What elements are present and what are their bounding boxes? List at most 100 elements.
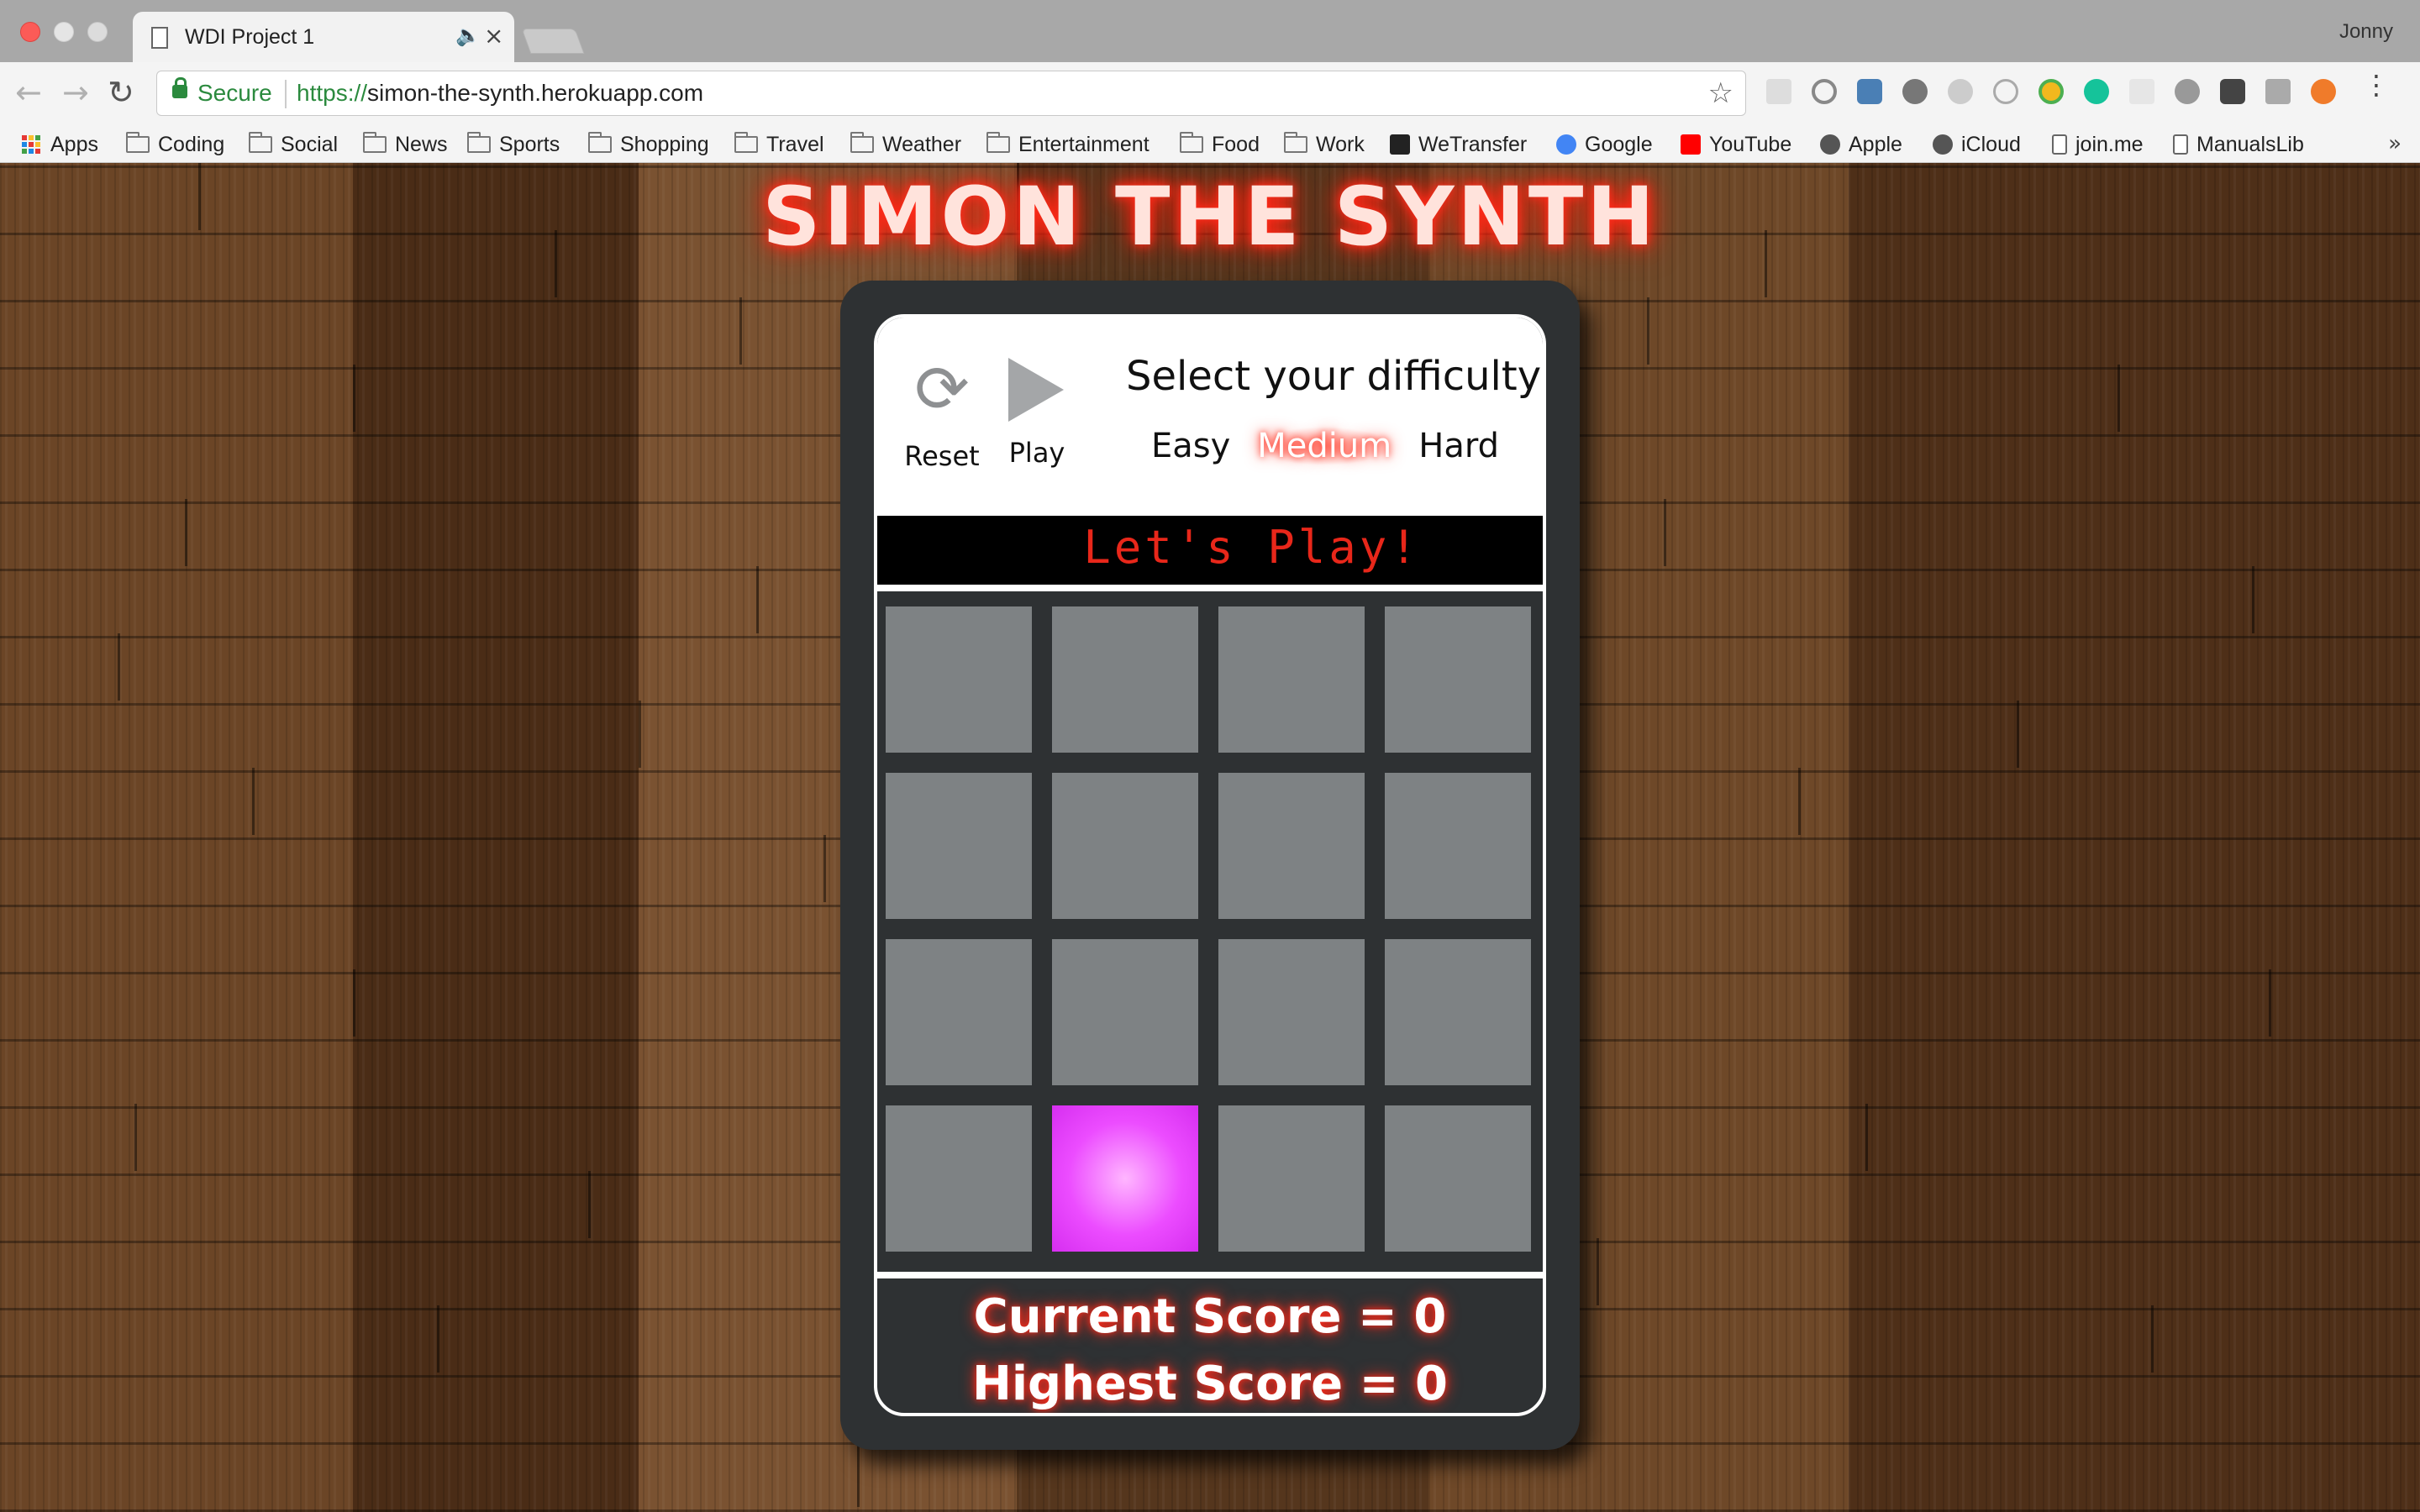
bookmark-weather[interactable]: Weather: [850, 131, 961, 158]
score-panel: Current Score = 0 Highest Score = 0: [877, 1278, 1543, 1413]
grammarly-icon[interactable]: [2084, 79, 2109, 104]
synth-pad-r4-c3[interactable]: [1218, 1105, 1365, 1252]
reset-label: Reset: [904, 440, 980, 472]
synth-pad-r2-c3[interactable]: [1218, 773, 1365, 919]
url-scheme: https://: [297, 80, 368, 106]
bookmark-travel[interactable]: Travel: [734, 131, 824, 158]
page-icon: [2052, 134, 2067, 155]
synth-pad-r3-c4[interactable]: [1385, 939, 1531, 1085]
bookmark-google[interactable]: Google: [1556, 131, 1653, 158]
floor-plank-seam: [2017, 701, 2019, 768]
synth-pad-r2-c1[interactable]: [886, 773, 1032, 919]
floor-plank-seam: [1798, 768, 1801, 835]
extension-icon[interactable]: [1993, 79, 2018, 104]
synth-pad-r2-c4[interactable]: [1385, 773, 1531, 919]
reload-icon[interactable]: ↻: [108, 74, 134, 111]
synth-pad-r1-c3[interactable]: [1218, 606, 1365, 753]
bookmark-label: Weather: [882, 132, 962, 156]
extension-icon[interactable]: [1857, 79, 1882, 104]
synth-pad-r3-c2[interactable]: [1052, 939, 1198, 1085]
folder-icon: [126, 132, 150, 153]
synth-pad-r1-c4[interactable]: [1385, 606, 1531, 753]
play-button[interactable]: Play: [1003, 354, 1071, 469]
bookmark-icloud[interactable]: iCloud: [1933, 131, 2021, 158]
google-icon: [1556, 134, 1576, 155]
more-bookmarks-icon[interactable]: »: [2388, 131, 2402, 156]
floor-plank-seam: [2252, 566, 2254, 633]
floor-plank-seam: [1647, 297, 1649, 365]
extension-icon[interactable]: [1948, 79, 1973, 104]
bookmark-sports[interactable]: Sports: [467, 131, 560, 158]
synth-pad-r1-c2[interactable]: [1052, 606, 1198, 753]
bookmark-entertainment[interactable]: Entertainment: [986, 131, 1150, 158]
bookmark-label: Entertainment: [1018, 132, 1150, 156]
bookmark-wetransfer[interactable]: WeTransfer: [1390, 131, 1527, 158]
synth-pad-r4-c1[interactable]: [886, 1105, 1032, 1252]
bookmark-food[interactable]: Food: [1180, 131, 1260, 158]
extension-icon[interactable]: [1766, 79, 1791, 104]
back-arrow-icon[interactable]: ←: [15, 74, 42, 111]
floor-plank-seam: [739, 297, 742, 365]
floor-plank-seam: [1664, 499, 1666, 566]
bookmark-label: Shopping: [620, 132, 709, 156]
chrome-extension-icon[interactable]: [2039, 79, 2064, 104]
close-window-button[interactable]: [20, 22, 40, 42]
bookmark-apple[interactable]: Apple: [1820, 131, 1902, 158]
difficulty-options: Easy Medium Hard: [1151, 427, 1499, 465]
synth-pad-r4-c4[interactable]: [1385, 1105, 1531, 1252]
new-tab-button[interactable]: [521, 29, 585, 54]
drive-icon[interactable]: [2265, 79, 2291, 104]
bookmark-shopping[interactable]: Shopping: [588, 131, 709, 158]
extension-icon[interactable]: [2129, 79, 2154, 104]
bookmark-star-icon[interactable]: ☆: [1708, 76, 1733, 110]
synth-screen: ⟳ Reset Play Select your difficulty Easy…: [874, 314, 1546, 1416]
folder-icon: [850, 132, 874, 153]
bookmark-youtube[interactable]: YouTube: [1681, 131, 1791, 158]
synth-pad-r3-c3[interactable]: [1218, 939, 1365, 1085]
browser-toolbar: ← → ↻ Secure https://simon-the-synth.her…: [0, 62, 2420, 124]
bookmark-label: Sports: [499, 132, 560, 156]
speaker-icon[interactable]: 🔈: [455, 24, 481, 47]
extension-icon[interactable]: [2220, 79, 2245, 104]
bug-icon[interactable]: [2175, 79, 2200, 104]
url-host: simon-the-synth.herokuapp.com: [367, 80, 704, 106]
folder-icon: [588, 132, 612, 153]
profile-name[interactable]: Jonny: [2339, 20, 2393, 44]
browser-tab[interactable]: WDI Project 1 🔈 ×: [133, 12, 514, 62]
page-background: SIMON THE SYNTH ⟳ Reset Play Select your…: [0, 163, 2420, 1512]
folder-icon: [1180, 132, 1203, 153]
difficulty-medium[interactable]: Medium: [1257, 427, 1392, 465]
reset-button[interactable]: ⟳ Reset: [904, 354, 980, 472]
extension-icon[interactable]: [2311, 79, 2336, 104]
difficulty-easy[interactable]: Easy: [1151, 427, 1230, 465]
bookmark-manualslib[interactable]: ManualsLib: [2173, 131, 2304, 158]
minimize-window-button[interactable]: [54, 22, 74, 42]
bookmark-label: Apple: [1849, 132, 1902, 156]
forward-arrow-icon[interactable]: →: [62, 74, 89, 111]
floor-plank-seam: [2151, 1305, 2154, 1373]
folder-icon: [249, 132, 272, 153]
folder-icon: [1284, 132, 1307, 153]
bookmark-work[interactable]: Work: [1284, 131, 1365, 158]
url-text[interactable]: https://simon-the-synth.herokuapp.com: [297, 80, 703, 107]
bookmark-social[interactable]: Social: [249, 131, 338, 158]
synth-pad-r1-c1[interactable]: [886, 606, 1032, 753]
synth-pad-r4-c2[interactable]: [1052, 1105, 1198, 1252]
synth-pad-r3-c1[interactable]: [886, 939, 1032, 1085]
bookmark-news[interactable]: News: [363, 131, 448, 158]
lock-icon: [172, 77, 187, 98]
extension-icon[interactable]: [1812, 79, 1837, 104]
tab-close-icon[interactable]: ×: [484, 22, 503, 50]
synth-pad-r2-c2[interactable]: [1052, 773, 1198, 919]
bookmark-apps[interactable]: Apps: [22, 131, 98, 158]
menu-icon[interactable]: ⋮: [2363, 69, 2390, 101]
bookmark-coding[interactable]: Coding: [126, 131, 224, 158]
zoom-window-button[interactable]: [87, 22, 108, 42]
address-bar[interactable]: Secure https://simon-the-synth.herokuapp…: [156, 71, 1746, 116]
bookmark-label: Travel: [766, 132, 824, 156]
difficulty-hard[interactable]: Hard: [1418, 427, 1499, 465]
play-label: Play: [1008, 437, 1065, 469]
extension-icon[interactable]: [1902, 79, 1928, 104]
bookmark-join-me[interactable]: join.me: [2052, 131, 2144, 158]
wetransfer-icon: [1390, 134, 1410, 155]
